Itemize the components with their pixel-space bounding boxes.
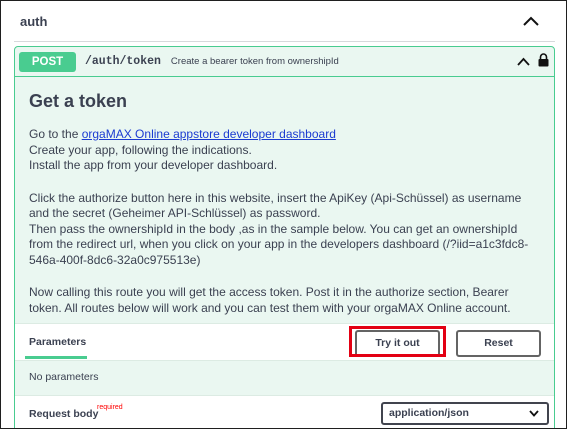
required-flag: required: [97, 404, 123, 411]
chevron-up-icon[interactable]: [523, 15, 539, 27]
lock-icon[interactable]: [538, 53, 549, 67]
content-type-select[interactable]: application/json: [381, 402, 549, 425]
operation-description: Get a token Go to the orgaMAX Online app…: [29, 91, 544, 333]
section-header-auth[interactable]: auth: [14, 1, 555, 42]
reset-button[interactable]: Reset: [456, 330, 541, 357]
operation-summary[interactable]: POST /auth/token Create a bearer token f…: [15, 47, 554, 77]
try-it-out-highlight-box: [349, 326, 446, 357]
description-paragraph-1: Go to the orgaMAX Online appstore develo…: [29, 127, 544, 174]
p1-prefix: Go to the: [29, 127, 82, 141]
swagger-frame: auth POST /auth/token Create a bearer to…: [0, 0, 567, 429]
chevron-down-icon: [529, 410, 539, 417]
p1-line3: Install the app from your developer dash…: [29, 158, 278, 172]
chevron-up-icon[interactable]: [517, 57, 530, 66]
method-badge: POST: [19, 51, 76, 72]
request-body-section: Request body required application/json: [15, 395, 554, 428]
tab-parameters[interactable]: Parameters: [25, 324, 87, 359]
content-type-value: application/json: [389, 407, 469, 419]
operation-path: /auth/token: [85, 55, 161, 68]
p2-line2: Then pass the ownershipId in the body ,a…: [29, 221, 529, 267]
section-title: auth: [20, 13, 48, 29]
operation-block-post-auth-token: POST /auth/token Create a bearer token f…: [14, 46, 555, 428]
operation-summary-text: Create a bearer token from ownershipId: [170, 56, 339, 67]
request-body-label: Request body: [29, 408, 99, 420]
p2-line1: Click the authorize button here in this …: [29, 190, 522, 221]
no-parameters-text: No parameters: [29, 371, 99, 383]
description-heading: Get a token: [29, 91, 128, 111]
description-paragraph-3: Now calling this route you will get the …: [29, 285, 511, 315]
developer-dashboard-link[interactable]: orgaMAX Online appstore developer dashbo…: [82, 127, 336, 141]
description-paragraph-2: Click the authorize button here in this …: [29, 191, 544, 269]
p1-line2: Create your app, following the indicatio…: [29, 142, 252, 157]
